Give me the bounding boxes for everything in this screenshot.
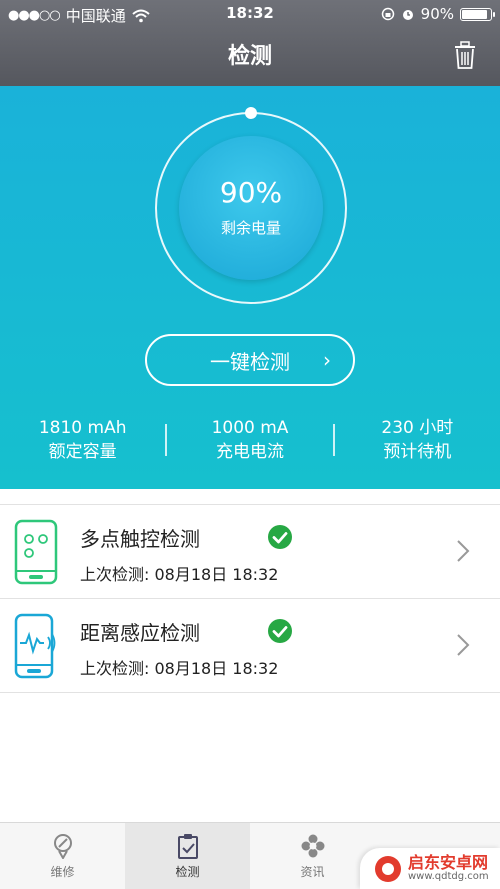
battery-ring: 90% 剩余电量	[155, 107, 347, 304]
header: ●●●○○ 中国联通 18:32 90% 检测	[0, 0, 500, 86]
stat-value: 230 小时	[381, 418, 454, 438]
stat-charge-current: 1000 mA 充电电流	[167, 416, 332, 464]
check-circle-icon	[268, 525, 292, 549]
chevron-right-icon: ›	[323, 348, 331, 372]
battery-hero: 90% 剩余电量 一键检测 › 1810 mAh 额定容量 1000 mA 充电…	[0, 86, 500, 489]
flower-icon	[301, 834, 324, 858]
page-title: 检测	[227, 44, 272, 69]
clipboard-check-icon	[177, 834, 198, 859]
list-item-multitouch[interactable]: 多点触控检测 上次检测: 08月18日 18:32	[0, 505, 500, 599]
item-title: 多点触控检测	[80, 527, 200, 551]
item-title: 距离感应检测	[80, 621, 200, 645]
rotation-lock-icon	[381, 7, 394, 21]
tab-news[interactable]: 资讯	[250, 823, 375, 889]
battery-percentage: 90%	[219, 176, 283, 209]
tab-label: 维修	[50, 865, 75, 879]
tab-detect[interactable]: 检测	[125, 823, 250, 889]
battery-percent: 90%	[420, 5, 454, 23]
chevron-right-icon	[457, 540, 470, 562]
multitouch-phone-icon	[14, 519, 58, 585]
stat-value: 1810 mAh	[38, 418, 127, 438]
list-item-proximity[interactable]: 距离感应检测 上次检测: 08月18日 18:32	[0, 599, 500, 693]
watermark-url: www.qdtdg.com	[408, 870, 489, 882]
battery-percentage-label: 剩余电量	[220, 219, 281, 237]
tab-label: 资讯	[300, 865, 325, 879]
alarm-icon	[402, 10, 413, 20]
battery-icon	[460, 7, 495, 21]
one-click-detect-button[interactable]: 一键检测 ›	[145, 334, 355, 386]
status-bar: ●●●○○ 中国联通 18:32 90%	[0, 0, 500, 28]
wrench-icon	[53, 834, 72, 859]
battery-stats: 1810 mAh 额定容量 1000 mA 充电电流 230 小时 预计待机	[0, 416, 500, 464]
battery-fill	[462, 9, 487, 19]
stat-label: 预计待机	[383, 442, 452, 462]
ring-knob	[245, 107, 257, 119]
watermark-title: 启东安卓网	[408, 852, 489, 872]
trash-icon[interactable]	[452, 40, 478, 70]
tab-label: 检测	[175, 865, 200, 879]
watermark-badge: 启东安卓网 www.qdtdg.com	[360, 848, 500, 889]
chevron-right-icon	[457, 634, 470, 656]
one-click-detect-label: 一键检测	[210, 349, 290, 374]
detection-list: 多点触控检测 上次检测: 08月18日 18:32 距离感应检测 上次检测: 0…	[0, 504, 500, 693]
proximity-phone-icon	[14, 613, 56, 679]
stat-value: 1000 mA	[211, 418, 289, 438]
item-subtitle: 上次检测: 08月18日 18:32	[80, 565, 279, 584]
battery-circle: 90% 剩余电量	[179, 136, 323, 280]
tab-repair[interactable]: 维修	[0, 823, 125, 889]
stat-label: 充电电流	[215, 442, 284, 462]
watermark-logo-icon	[375, 855, 401, 882]
stat-standby: 230 小时 预计待机	[335, 416, 500, 464]
check-circle-icon	[268, 619, 292, 643]
stat-capacity: 1810 mAh 额定容量	[0, 416, 165, 464]
item-subtitle: 上次检测: 08月18日 18:32	[80, 659, 279, 678]
stat-label: 额定容量	[48, 442, 117, 462]
